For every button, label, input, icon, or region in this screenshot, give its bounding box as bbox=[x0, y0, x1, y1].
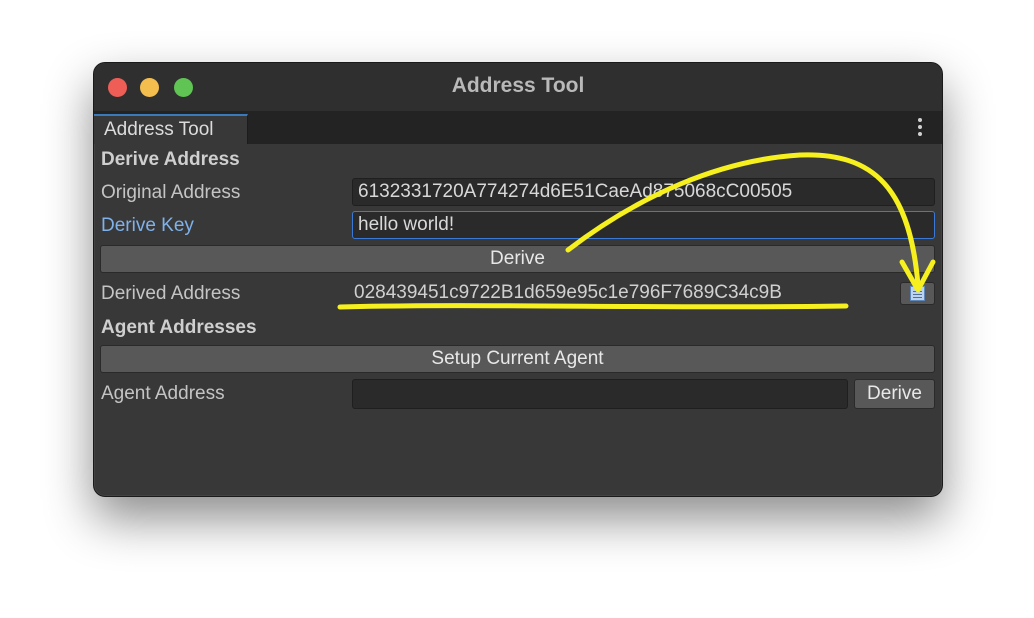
title-bar: Address Tool bbox=[94, 63, 942, 111]
screenshot-stage: Address Tool Address Tool Derive Address… bbox=[0, 0, 1034, 618]
derived-address-value: 028439451c9722B1d659e95c1e796F7689C34c9B bbox=[354, 282, 782, 303]
window-title: Address Tool bbox=[451, 74, 585, 97]
derive-key-field[interactable]: hello world! bbox=[352, 211, 935, 239]
agent-derive-button[interactable]: Derive bbox=[854, 379, 935, 409]
original-address-label: Original Address bbox=[101, 182, 241, 203]
copy-clipboard-icon bbox=[910, 286, 925, 301]
derived-address-label: Derived Address bbox=[101, 283, 241, 304]
derive-button[interactable]: Derive bbox=[100, 245, 935, 273]
copy-derived-address-button[interactable] bbox=[900, 282, 935, 305]
agent-addresses-header: Agent Addresses bbox=[101, 317, 257, 338]
derive-address-header: Derive Address bbox=[101, 149, 240, 170]
tab-bar: Address Tool bbox=[94, 111, 942, 144]
derive-key-label: Derive Key bbox=[101, 215, 194, 236]
kebab-menu-icon[interactable] bbox=[918, 118, 923, 136]
original-address-field[interactable]: 6132331720A774274d6E51CaeAd875068cC00505 bbox=[352, 178, 935, 206]
agent-address-label: Agent Address bbox=[101, 383, 225, 404]
address-tool-window: Address Tool Address Tool Derive Address… bbox=[93, 62, 943, 497]
setup-current-agent-button[interactable]: Setup Current Agent bbox=[100, 345, 935, 373]
agent-address-field[interactable] bbox=[352, 379, 848, 409]
tab-address-tool[interactable]: Address Tool bbox=[94, 114, 248, 144]
